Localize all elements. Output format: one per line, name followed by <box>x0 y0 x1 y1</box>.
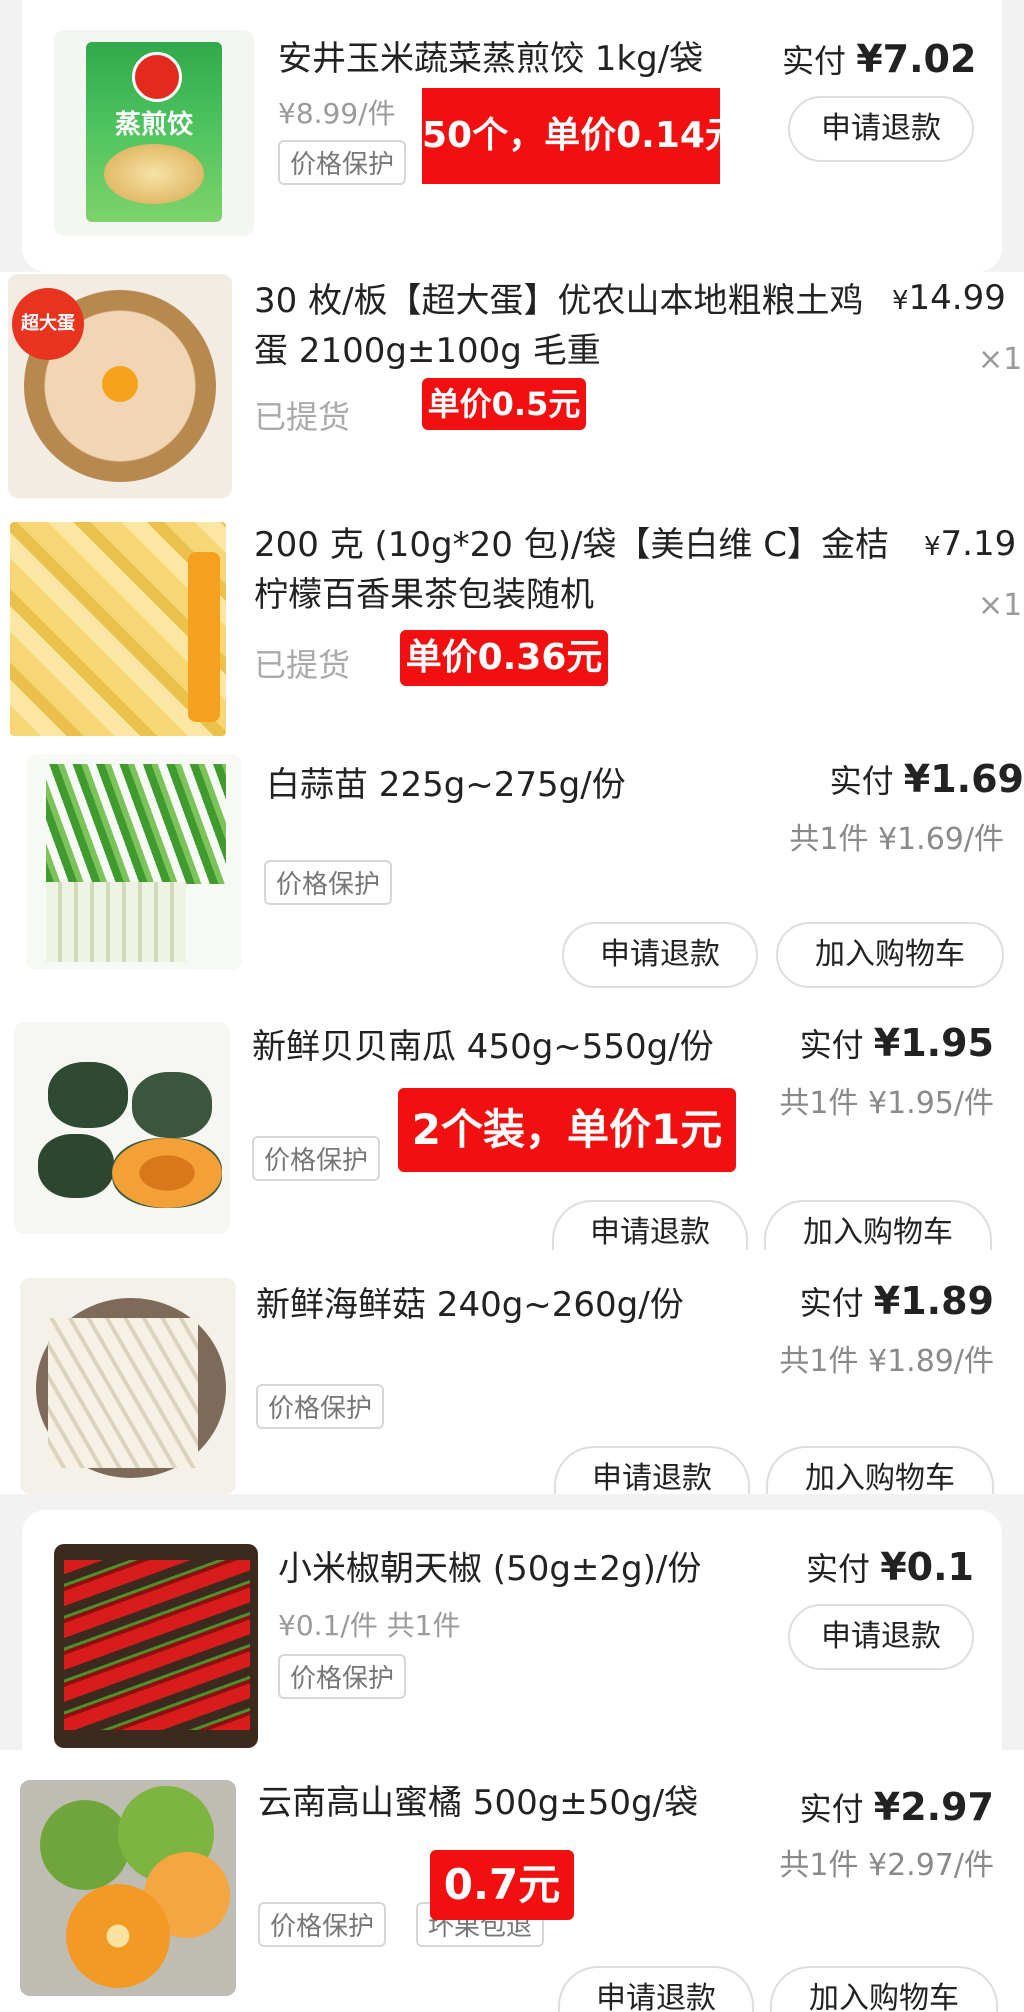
product-title: 云南高山蜜橘 500g±50g/袋 <box>258 1783 699 1823</box>
product-title: 新鲜贝贝南瓜 450g~550g/份 <box>252 1027 714 1067</box>
quantity-unit-price: 共1件 ¥2.97/件 <box>779 1848 994 1883</box>
item-price: ¥14.99 <box>892 278 1006 318</box>
item-price: ¥7.19 <box>924 524 1016 564</box>
pumpkin-2-graphic <box>132 1072 212 1138</box>
product-image-mandarin[interactable] <box>20 1780 236 1996</box>
pumpkin-cut-graphic <box>112 1138 222 1208</box>
product-image-garlic-sprouts[interactable] <box>26 754 242 970</box>
refund-button[interactable]: 申请退款 <box>558 1966 754 2012</box>
unit-price: ¥0.1/件 共1件 <box>278 1609 461 1642</box>
price-protection-tag: 价格保护 <box>278 140 407 185</box>
paid-amount: 实付 ¥0.1 <box>782 1544 974 1590</box>
paid-label: 实付 <box>799 1026 864 1064</box>
badge-extra-large-egg: 超大蛋 <box>12 288 84 360</box>
paid-label: 实付 <box>782 42 847 80</box>
annotation-unit-price: 0.7元 <box>430 1850 574 1920</box>
paid-label: 实付 <box>799 1284 864 1322</box>
brand-logo-icon <box>132 52 182 102</box>
chili-graphic <box>64 1560 250 1730</box>
order-card-dumplings: 蒸煎饺 安井玉米蔬菜蒸煎饺 1kg/袋 ¥8.99/件 价格保护 50个，单价0… <box>22 0 1002 272</box>
pumpkin-1-graphic <box>48 1062 128 1128</box>
price-value: 14.99 <box>908 278 1006 318</box>
paid-value: ¥2.97 <box>873 1785 994 1829</box>
annotation-unit-price: 单价0.5元 <box>422 378 586 430</box>
quantity-unit-price: 共1件 ¥1.69/件 <box>789 822 1004 857</box>
green-orange-1-graphic <box>40 1800 130 1890</box>
egg-yolk-graphic <box>102 366 138 402</box>
paid-amount: 实付 ¥1.89 <box>740 1278 994 1324</box>
product-title: 30 枚/板【超大蛋】优农山本地粗粮土鸡蛋 2100g±100g 毛重 <box>254 281 864 371</box>
paid-value: ¥1.69 <box>903 757 1024 801</box>
picked-up-status: 已提货 <box>254 398 351 436</box>
unit-price: ¥8.99/件 <box>278 97 396 130</box>
refund-button[interactable]: 申请退款 <box>562 922 758 988</box>
order-card-chili: 小米椒朝天椒 (50g±2g)/份 ¥0.1/件 共1件 价格保护 实付 ¥0.… <box>22 1510 1002 1750</box>
product-title: 安井玉米蔬菜蒸煎饺 1kg/袋 <box>278 39 704 79</box>
product-image-pumpkin[interactable] <box>14 1022 230 1234</box>
picked-up-status: 已提货 <box>254 646 351 684</box>
product-image-lemon-tea[interactable] <box>10 522 226 736</box>
order-card-mandarin: 云南高山蜜橘 500g±50g/袋 价格保护 坏果包退 0.7元 实付 ¥2.9… <box>0 1750 1024 2012</box>
paid-label: 实付 <box>806 1550 871 1588</box>
dumpling-photo <box>104 144 204 204</box>
product-image-chili[interactable] <box>54 1544 258 1748</box>
pumpkin-3-graphic <box>38 1134 114 1198</box>
garlic-bulbs-graphic <box>46 882 186 962</box>
quantity-unit-price: 共1件 ¥1.89/件 <box>779 1344 994 1379</box>
garlic-leaves-graphic <box>46 764 226 884</box>
quantity-unit-price: 共1件 ¥1.95/件 <box>779 1086 994 1121</box>
mushroom-cluster-graphic <box>48 1318 198 1468</box>
currency-symbol: ¥ <box>924 532 941 562</box>
refund-button[interactable]: 申请退款 <box>788 1604 974 1670</box>
price-protection-tag: 价格保护 <box>256 1384 385 1429</box>
annotation-unit-price: 单价0.36元 <box>400 630 608 686</box>
item-quantity: ×1 <box>978 342 1023 377</box>
order-card-mushrooms: 新鲜海鲜菇 240g~260g/份 价格保护 实付 ¥1.89 共1件 ¥1.8… <box>0 1250 1024 1494</box>
product-title: 白蒜苗 225g~275g/份 <box>266 765 626 805</box>
paid-value: ¥1.89 <box>873 1279 994 1323</box>
price-protection-tag: 价格保护 <box>278 1654 407 1699</box>
paid-label: 实付 <box>829 762 894 800</box>
product-title: 200 克 (10g*20 包)/袋【美白维 C】金桔柠檬百香果茶包装随机 <box>254 525 889 615</box>
paid-label: 实付 <box>799 1790 864 1828</box>
paid-amount: 实付 ¥1.69 <box>760 756 1024 802</box>
tea-bottle-graphic <box>188 552 220 722</box>
product-title: 小米椒朝天椒 (50g±2g)/份 <box>278 1549 702 1589</box>
price-protection-tag: 价格保护 <box>252 1136 381 1181</box>
order-card-garlic-sprouts: 白蒜苗 225g~275g/份 价格保护 实付 ¥1.69 共1件 ¥1.69/… <box>0 750 1024 1010</box>
package-label: 蒸煎饺 <box>114 110 193 140</box>
add-to-cart-button[interactable]: 加入购物车 <box>766 1446 994 1494</box>
item-quantity: ×1 <box>978 588 1023 623</box>
orange-half-graphic <box>66 1884 170 1988</box>
paid-value: ¥0.1 <box>880 1545 974 1589</box>
paid-amount: 实付 ¥2.97 <box>740 1784 994 1830</box>
order-card-eggs: 超大蛋 30 枚/板【超大蛋】优农山本地粗粮土鸡蛋 2100g±100g 毛重 … <box>0 272 1024 520</box>
product-image-mushrooms[interactable] <box>20 1278 236 1494</box>
add-to-cart-button[interactable]: 加入购物车 <box>776 922 1004 988</box>
currency-symbol: ¥ <box>892 286 909 316</box>
paid-amount: 实付 ¥7.02 <box>782 36 977 82</box>
annotation-unit-price: 50个，单价0.14元 <box>422 88 741 184</box>
order-card-pumpkin: 新鲜贝贝南瓜 450g~550g/份 价格保护 2个装，单价1元 实付 ¥1.9… <box>0 1010 1024 1250</box>
price-protection-tag: 价格保护 <box>258 1902 387 1947</box>
dumpling-package-graphic: 蒸煎饺 <box>86 42 222 222</box>
paid-value: ¥1.95 <box>873 1021 994 1065</box>
refund-button[interactable]: 申请退款 <box>552 1200 748 1250</box>
price-protection-tag: 价格保护 <box>264 860 393 905</box>
refund-button[interactable]: 申请退款 <box>788 96 974 162</box>
add-to-cart-button[interactable]: 加入购物车 <box>764 1200 992 1250</box>
annotation-unit-price: 2个装，单价1元 <box>398 1088 736 1172</box>
refund-button[interactable]: 申请退款 <box>554 1446 750 1494</box>
paid-value: ¥7.02 <box>856 37 977 81</box>
price-value: 7.19 <box>940 524 1017 564</box>
add-to-cart-button[interactable]: 加入购物车 <box>770 1966 998 2012</box>
product-image-dumplings[interactable]: 蒸煎饺 <box>54 30 254 236</box>
order-card-lemon-tea: 200 克 (10g*20 包)/袋【美白维 C】金桔柠檬百香果茶包装随机 已提… <box>0 520 1024 750</box>
product-title: 新鲜海鲜菇 240g~260g/份 <box>256 1285 684 1325</box>
paid-amount: 实付 ¥1.95 <box>740 1020 994 1066</box>
